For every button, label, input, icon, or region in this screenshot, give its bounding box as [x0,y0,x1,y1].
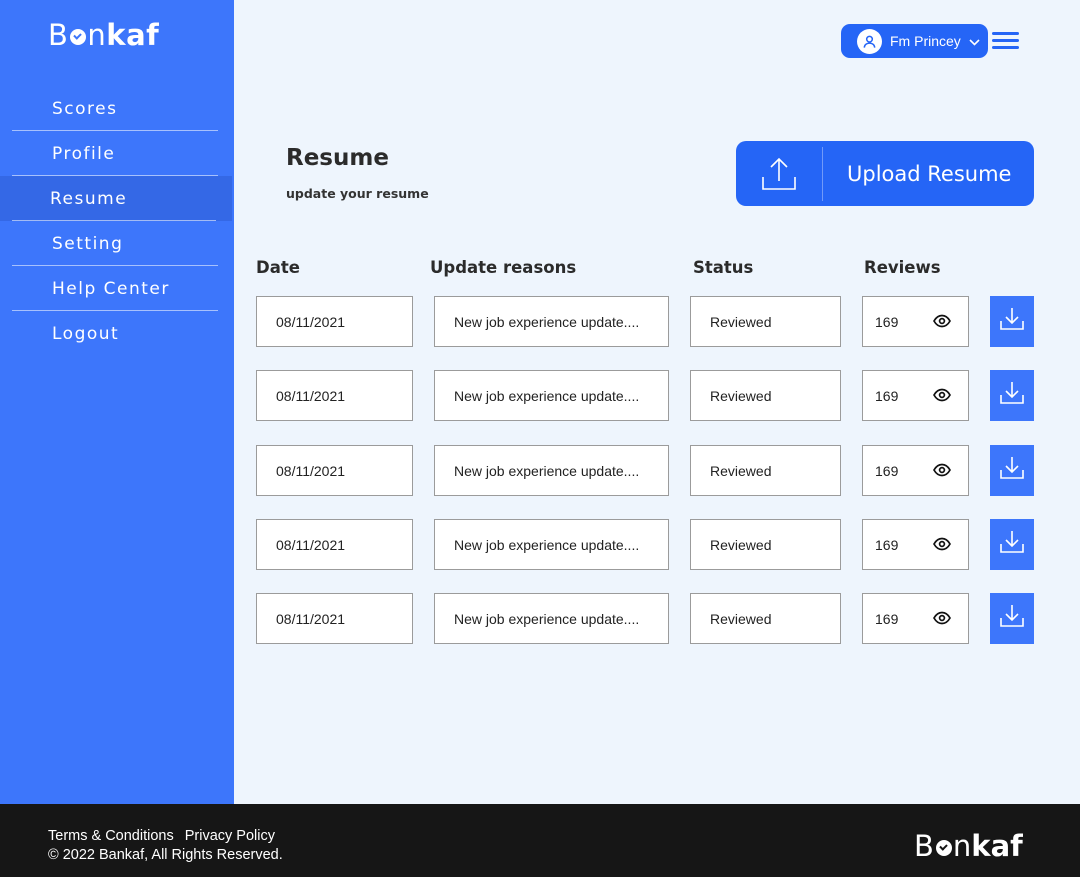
sidebar-item-label: Profile [52,143,116,164]
logo-check-icon [935,839,952,856]
eye-icon[interactable] [933,537,951,554]
status-cell: Reviewed [690,445,841,496]
hamburger-menu-icon[interactable] [992,32,1019,50]
download-icon [999,455,1025,486]
reviews-cell: 169 [862,445,969,496]
column-header-update-reasons: Update reasons [430,258,577,277]
date-cell: 08/11/2021 [256,445,413,496]
user-menu-button[interactable]: Fm Princey [841,24,988,58]
sidebar-item-label: Resume [50,188,128,209]
user-name: Fm Princey [890,33,961,49]
eye-icon[interactable] [933,314,951,331]
table-row: 08/11/2021 New job experience update....… [0,593,1080,644]
column-header-reviews: Reviews [864,258,941,277]
sidebar-item-label: Setting [52,233,124,254]
reviews-count: 169 [875,462,899,479]
page-title: Resume [286,145,389,171]
eye-icon[interactable] [933,611,951,628]
column-header-date: Date [256,258,300,277]
brand-logo[interactable]: Bn kaf [48,18,159,52]
table-row: 08/11/2021 New job experience update....… [0,296,1080,347]
footer-logo: Bn kaf [914,829,1023,863]
reviews-count: 169 [875,610,899,627]
logo-text-prefix: B [914,829,934,863]
logo-text-middle: n [952,829,972,863]
footer: Terms & Conditions Privacy Policy © 2022… [0,804,1080,877]
table-row: 08/11/2021 New job experience update....… [0,370,1080,421]
download-button[interactable] [990,445,1034,496]
download-button[interactable] [990,593,1034,644]
copyright-text: © 2022 Bankaf, All Rights Reserved. [48,847,283,863]
chevron-down-icon [969,33,980,49]
logo-text-prefix: B [48,18,69,52]
upload-resume-label: Upload Resume [847,161,1012,186]
status-cell: Reviewed [690,370,841,421]
reviews-count: 169 [875,536,899,553]
download-button[interactable] [990,296,1034,347]
download-button[interactable] [990,370,1034,421]
column-header-status: Status [693,258,754,277]
date-cell: 08/11/2021 [256,593,413,644]
reason-cell: New job experience update.... [434,370,669,421]
status-cell: Reviewed [690,296,841,347]
reviews-cell: 169 [862,593,969,644]
date-cell: 08/11/2021 [256,519,413,570]
download-icon [999,529,1025,560]
reviews-cell: 169 [862,370,969,421]
eye-icon[interactable] [933,388,951,405]
reason-cell: New job experience update.... [434,296,669,347]
sidebar-item-setting[interactable]: Setting [0,221,234,266]
sidebar-item-scores[interactable]: Scores [0,86,234,131]
sidebar-item-profile[interactable]: Profile [0,131,234,176]
reason-cell: New job experience update.... [434,519,669,570]
logo-text-suffix: kaf [106,18,160,52]
download-icon [999,380,1025,411]
terms-link[interactable]: Terms & Conditions [48,828,174,844]
logo-check-icon [70,28,87,45]
upload-resume-button[interactable]: Upload Resume [736,141,1034,206]
table-row: 08/11/2021 New job experience update....… [0,519,1080,570]
page-subtitle: update your resume [286,186,429,201]
download-button[interactable] [990,519,1034,570]
logo-text-suffix: kaf [971,829,1023,863]
download-icon [999,306,1025,337]
table-row: 08/11/2021 New job experience update....… [0,445,1080,496]
reason-cell: New job experience update.... [434,593,669,644]
logo-text-middle: n [87,18,107,52]
reviews-cell: 169 [862,519,969,570]
footer-links: Terms & Conditions Privacy Policy [48,828,275,844]
date-cell: 08/11/2021 [256,370,413,421]
upload-icon [736,146,823,201]
download-icon [999,603,1025,634]
reviews-count: 169 [875,313,899,330]
user-icon [857,28,882,54]
date-cell: 08/11/2021 [256,296,413,347]
sidebar-item-label: Scores [52,98,118,119]
reason-cell: New job experience update.... [434,445,669,496]
eye-icon[interactable] [933,463,951,480]
status-cell: Reviewed [690,593,841,644]
status-cell: Reviewed [690,519,841,570]
sidebar-item-resume[interactable]: Resume [0,176,232,221]
reviews-count: 169 [875,387,899,404]
reviews-cell: 169 [862,296,969,347]
privacy-link[interactable]: Privacy Policy [185,828,275,844]
